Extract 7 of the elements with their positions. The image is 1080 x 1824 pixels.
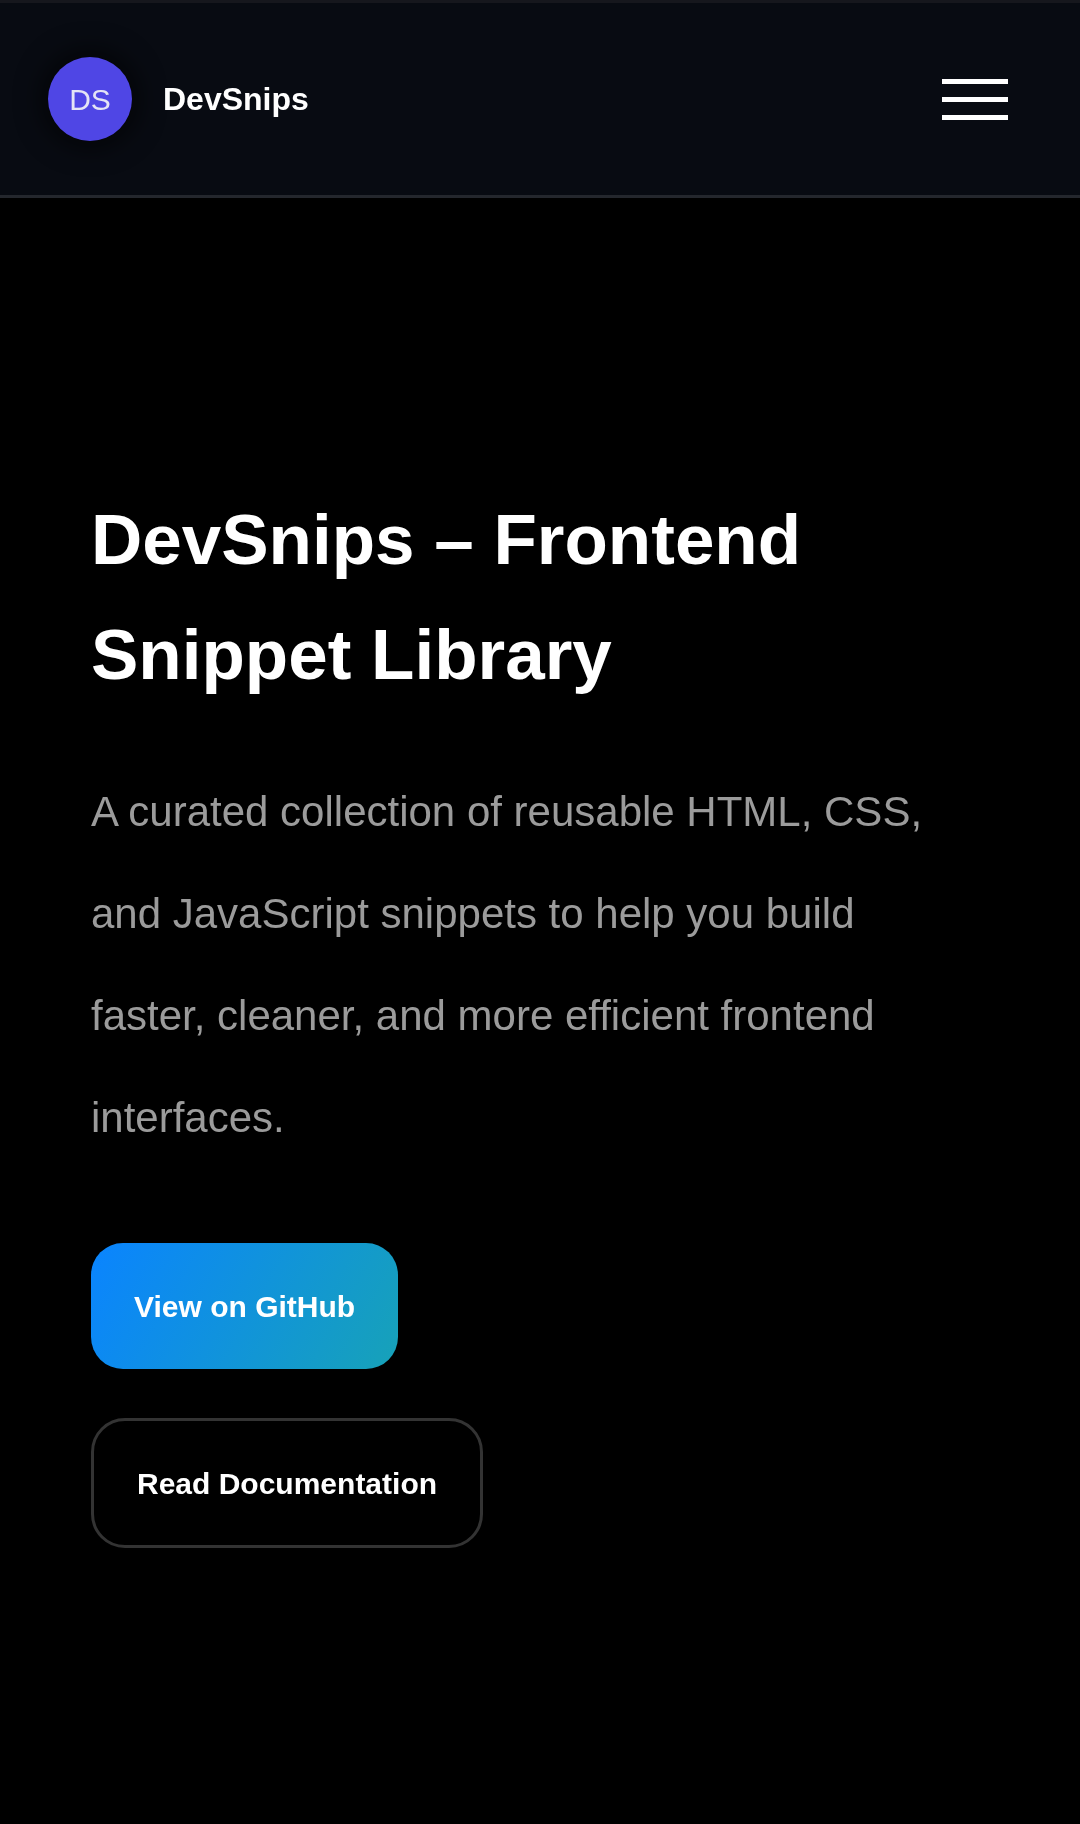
menu-icon (942, 78, 1008, 120)
hero-description: A curated collection of reusable HTML, CSS, and JavaScript snippets to help you build faster, cleaner, and more efficient frontend interfaces. (91, 787, 924, 1143)
brand-name[interactable]: DevSnips (163, 75, 309, 123)
logo-badge: DS (48, 57, 132, 141)
menu-button[interactable] (942, 78, 1008, 120)
hero-title: DevSnips – Frontend Snippet Library (91, 499, 803, 696)
documentation-button[interactable]: Read Documentation (91, 1418, 484, 1548)
